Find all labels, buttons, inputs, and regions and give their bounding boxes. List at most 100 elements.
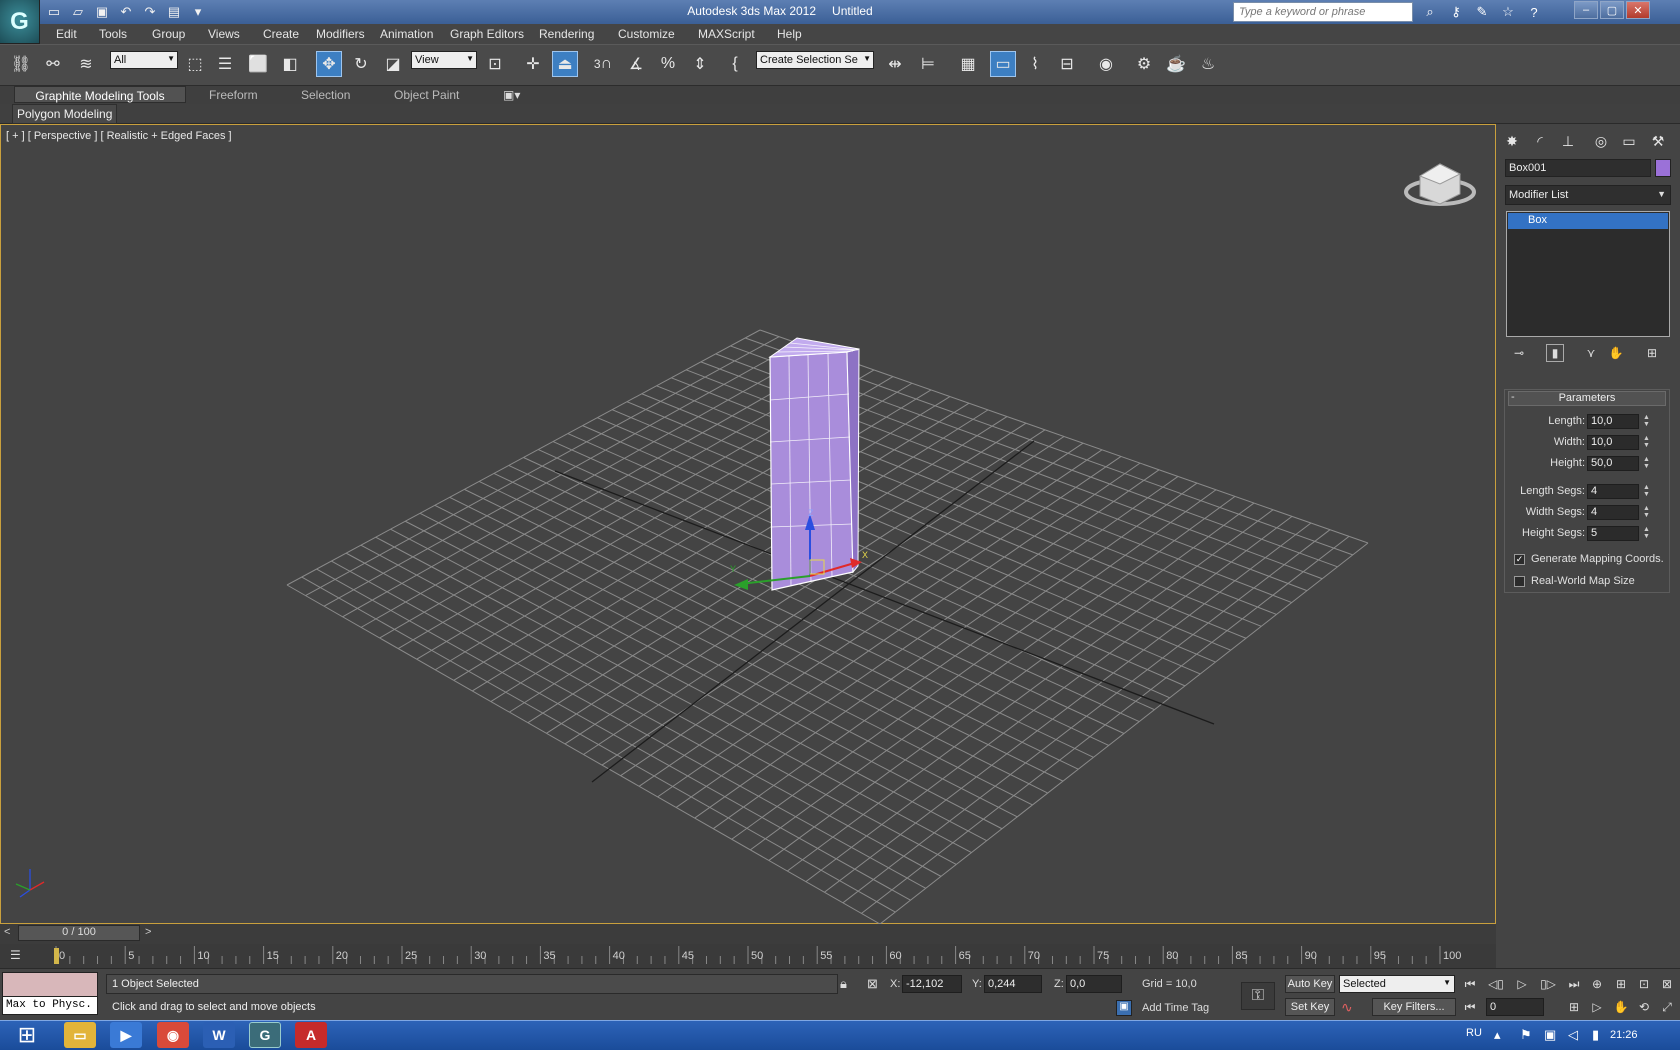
auto-key-button[interactable]: Auto Key — [1285, 975, 1335, 993]
application-button[interactable]: G — [0, 0, 40, 44]
help-icon[interactable]: ? — [1524, 2, 1544, 22]
hierarchy-panel-icon[interactable]: ⊥ — [1556, 130, 1580, 152]
select-object-icon[interactable]: ⬚ — [182, 51, 208, 77]
set-key-button[interactable]: Set Key — [1285, 998, 1335, 1016]
remove-modifier-icon[interactable]: ✋ — [1607, 344, 1625, 362]
favorites-star-icon[interactable]: ☆ — [1498, 2, 1518, 22]
z-coord-field[interactable]: 0,0 — [1066, 975, 1122, 993]
parameters-rollout-header[interactable]: Parameters — [1508, 391, 1666, 406]
tray-expand-icon[interactable]: ▴ — [1494, 1027, 1501, 1043]
viewport-scene[interactable]: X Y Z — [0, 124, 1496, 924]
reference-coordinate-dropdown[interactable]: View — [411, 51, 477, 69]
menu-tools[interactable]: Tools — [99, 27, 127, 41]
rendered-frame-window-icon[interactable]: ☕ — [1163, 51, 1189, 77]
explorer-icon[interactable]: ▭ — [64, 1022, 96, 1048]
curve-editor-icon[interactable]: ⌇ — [1022, 51, 1048, 77]
play-icon[interactable]: ▷ — [1511, 975, 1533, 993]
pin-stack-icon[interactable]: ⊸ — [1510, 344, 1528, 362]
start-button-icon[interactable]: ⊞ — [6, 1020, 48, 1050]
viewport-label-menu[interactable]: [ + ] [ Perspective ] [ Realistic + Edge… — [6, 130, 232, 142]
menu-maxscript[interactable]: MAXScript — [698, 27, 755, 41]
menu-create[interactable]: Create — [263, 27, 299, 41]
save-file-icon[interactable]: ▣ — [92, 3, 112, 21]
bind-to-space-warp-icon[interactable]: ≋ — [73, 51, 99, 77]
time-configuration-icon[interactable]: ⊞ — [1563, 998, 1585, 1016]
keyboard-shortcut-override-icon[interactable]: ⏏ — [552, 51, 578, 77]
undo-icon[interactable]: ↶ — [116, 3, 136, 21]
zoom-icon[interactable]: ⊕ — [1586, 975, 1608, 993]
configure-modifier-sets-icon[interactable]: ⊞ — [1643, 344, 1661, 362]
rollout-collapse-icon[interactable]: - — [1511, 391, 1515, 403]
menu-help[interactable]: Help — [777, 27, 802, 41]
menu-customize[interactable]: Customize — [618, 27, 675, 41]
length-field[interactable]: 10,0 — [1587, 414, 1639, 429]
media-player-icon[interactable]: ▶ — [110, 1022, 142, 1048]
make-unique-icon[interactable]: ⋎ — [1582, 344, 1600, 362]
next-frame-icon[interactable]: > — [145, 926, 151, 938]
zoom-extents-all-icon[interactable]: ⊠ — [1656, 975, 1678, 993]
close-icon[interactable]: ✕ — [1626, 1, 1650, 19]
open-file-icon[interactable]: ▱ — [68, 3, 88, 21]
motion-panel-icon[interactable]: ◎ — [1589, 130, 1613, 152]
power-icon[interactable]: ▮ — [1592, 1027, 1599, 1043]
width-segs-field[interactable]: 4 — [1587, 505, 1639, 520]
render-production-icon[interactable]: ♨ — [1195, 51, 1221, 77]
render-setup-icon[interactable]: ⚙ — [1131, 51, 1157, 77]
menu-rendering[interactable]: Rendering — [539, 27, 594, 41]
taskbar-clock[interactable]: 21:26 — [1610, 1029, 1638, 1041]
subscription-key-icon[interactable]: ⚷ — [1446, 2, 1466, 22]
menu-edit[interactable]: Edit — [56, 27, 77, 41]
go-to-end-icon[interactable]: ⏭ — [1563, 975, 1585, 993]
width-spinner-icon[interactable]: ▲ ▼ — [1643, 435, 1651, 450]
acrobat-icon[interactable]: A — [295, 1022, 327, 1048]
select-and-scale-icon[interactable]: ◪ — [380, 51, 406, 77]
rectangular-selection-region-icon[interactable]: ⬜ — [245, 51, 271, 77]
object-color-swatch[interactable] — [1655, 159, 1671, 177]
previous-frame-icon[interactable]: < — [4, 926, 10, 938]
selection-filter-dropdown[interactable]: All — [110, 51, 178, 69]
action-center-icon[interactable]: ⚑ — [1520, 1027, 1532, 1043]
pivot-center-icon[interactable]: ⊡ — [482, 51, 508, 77]
unlink-selection-icon[interactable]: ⚯ — [40, 51, 66, 77]
binoculars-icon[interactable]: ⌕ — [1420, 2, 1440, 22]
pan-view-icon[interactable]: ✋ — [1610, 998, 1632, 1016]
select-and-rotate-icon[interactable]: ↻ — [348, 51, 374, 77]
network-icon[interactable]: ▣ — [1544, 1027, 1556, 1043]
generate-mapping-checkbox[interactable]: ✓ — [1514, 554, 1525, 565]
height-field[interactable]: 50,0 — [1587, 456, 1639, 471]
material-editor-icon[interactable]: ◉ — [1093, 51, 1119, 77]
volume-icon[interactable]: ◁ — [1568, 1027, 1578, 1043]
y-coord-field[interactable]: 0,244 — [984, 975, 1042, 993]
mirror-icon[interactable]: ⇹ — [882, 51, 908, 77]
maximize-icon[interactable]: ▢ — [1600, 1, 1624, 19]
named-selection-sets-dropdown[interactable]: Create Selection Se — [756, 51, 874, 69]
project-folder-icon[interactable]: ▤ — [164, 3, 184, 21]
selection-lock-icon[interactable]: 🔒︎ — [840, 976, 847, 992]
length-spinner-icon[interactable]: ▲ ▼ — [1643, 414, 1651, 429]
select-and-manipulate-icon[interactable]: ✛ — [520, 51, 546, 77]
set-keys-icon[interactable]: ⚿ — [1241, 982, 1275, 1010]
minimize-icon[interactable]: – — [1574, 1, 1598, 19]
tab-graphite-modeling-tools[interactable]: Graphite Modeling Tools — [14, 86, 186, 103]
create-panel-icon[interactable]: ✸ — [1500, 130, 1524, 152]
modifier-list-dropdown[interactable]: Modifier List — [1505, 185, 1671, 205]
orbit-icon[interactable]: ⟲ — [1633, 998, 1655, 1016]
qat-dropdown-icon[interactable]: ▾ — [188, 3, 208, 21]
default-tangent-icon[interactable]: ∿ — [1341, 999, 1353, 1016]
add-time-tag[interactable]: Add Time Tag — [1142, 1002, 1209, 1014]
key-filters-button[interactable]: Key Filters... — [1372, 998, 1456, 1016]
show-end-result-icon[interactable]: ▮ — [1546, 344, 1564, 362]
select-and-link-icon[interactable]: ⛓ — [8, 51, 34, 77]
real-world-map-checkbox[interactable] — [1514, 576, 1525, 587]
select-by-name-icon[interactable]: ☰ — [212, 51, 238, 77]
object-name-field[interactable]: Box001 — [1505, 159, 1651, 177]
communication-center-icon[interactable]: ✎ — [1472, 2, 1492, 22]
time-slider[interactable]: 0 / 100 — [18, 925, 140, 941]
length-segs-field[interactable]: 4 — [1587, 484, 1639, 499]
modify-panel-icon[interactable]: ◜ — [1528, 130, 1552, 152]
field-of-view-icon[interactable]: ▷ — [1586, 998, 1608, 1016]
maxscript-listener-input[interactable]: Max to Physc. — [2, 996, 98, 1015]
spinner-snap-icon[interactable]: ⇕ — [687, 51, 713, 77]
current-frame-field[interactable]: 0 — [1486, 998, 1544, 1016]
align-icon[interactable]: ⊨ — [915, 51, 941, 77]
